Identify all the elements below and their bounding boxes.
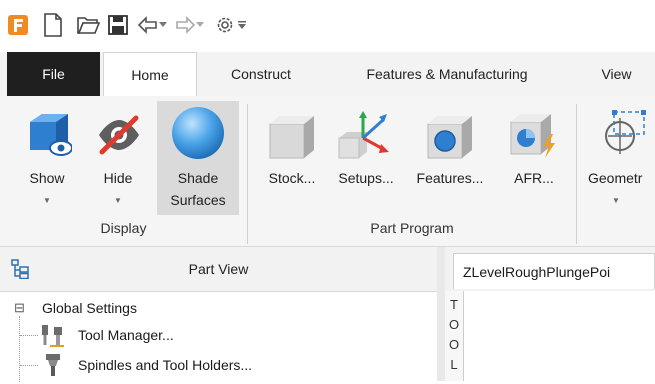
show-icon [26,110,73,161]
tab-file[interactable]: File [7,52,100,96]
tool-manager-icon [40,325,66,355]
save-icon[interactable] [105,12,131,38]
tab-view[interactable]: View [578,52,655,96]
stock-button[interactable]: Stock... [258,102,326,192]
ribbon-separator [576,104,577,244]
tab-construct[interactable]: Construct [205,52,317,96]
panel-splitter[interactable] [437,247,445,381]
side-tab-letter: T [450,297,458,312]
geometry-dropdown-icon: ▼ [612,196,620,205]
tree-connector [20,335,38,337]
geometry-button[interactable]: Geometr ▼ [586,102,655,214]
tree-item-label: Spindles and Tool Holders... [78,357,253,373]
customize-dropdown-icon[interactable] [236,12,248,38]
part-view-tree: ⊟ Global Settings Tool Manager... Spindl… [0,292,437,384]
shade-label-line1: Shade [177,170,219,186]
display-group-label: Display [100,220,147,236]
stock-box-icon [266,112,318,165]
features-label: Features... [416,170,484,186]
stock-label: Stock... [268,170,316,186]
ribbon-panel: Show ▼ Hide ▼ Shade Surfaces Display Sto… [0,96,655,247]
features-button[interactable]: Features... [404,102,496,192]
geometry-icon [600,108,648,163]
document-body [464,291,655,381]
app-logo-icon[interactable] [5,12,31,38]
show-label: Show [29,170,65,186]
afr-automatic-feature-icon [507,110,561,165]
geometry-label: Geometr [588,170,643,186]
part-program-group-label: Part Program [370,220,454,236]
part-view-header: Part View [0,247,437,292]
shade-surfaces-button[interactable]: Shade Surfaces [157,101,239,215]
shade-label-line2: Surfaces [170,192,226,208]
hide-label: Hide [103,170,133,186]
part-view-title: Part View [188,261,249,277]
setups-axes-icon [337,108,393,165]
open-folder-icon[interactable] [75,12,101,38]
tool-side-tab[interactable]: T O O L [445,291,464,381]
new-file-icon[interactable] [40,12,66,38]
setups-button[interactable]: Setups... [329,102,403,192]
tab-features-manufacturing[interactable]: Features & Manufacturing [326,52,568,96]
hide-icon [96,114,142,159]
tree-item-label: Global Settings [42,300,137,316]
features-pocket-icon [424,112,476,165]
tab-home[interactable]: Home [103,52,197,98]
shaded-sphere-icon [170,105,226,164]
setups-label: Setups... [338,170,394,186]
show-dropdown-icon: ▼ [43,196,51,205]
document-tab[interactable]: ZLevelRoughPlungePoi [453,253,655,289]
settings-gear-icon[interactable] [212,12,238,38]
afr-label: AFR... [514,170,554,186]
afr-button[interactable]: AFR... [500,102,568,192]
undo-dropdown-icon[interactable] [157,12,169,38]
show-button[interactable]: Show ▼ [18,102,76,214]
side-tab-letter: O [448,337,460,352]
hide-dropdown-icon: ▼ [114,196,122,205]
hide-button[interactable]: Hide ▼ [90,102,146,214]
redo-dropdown-icon[interactable] [194,12,206,38]
side-tab-letter: L [450,357,458,372]
spindle-icon [44,354,62,384]
quick-access-toolbar [0,0,655,52]
ribbon-tab-bar: File Home Construct Features & Manufactu… [0,52,655,98]
tree-connector [20,365,38,367]
tree-item-label: Tool Manager... [78,327,174,343]
side-tab-letter: O [448,317,460,332]
tree-guide-line [19,316,21,382]
